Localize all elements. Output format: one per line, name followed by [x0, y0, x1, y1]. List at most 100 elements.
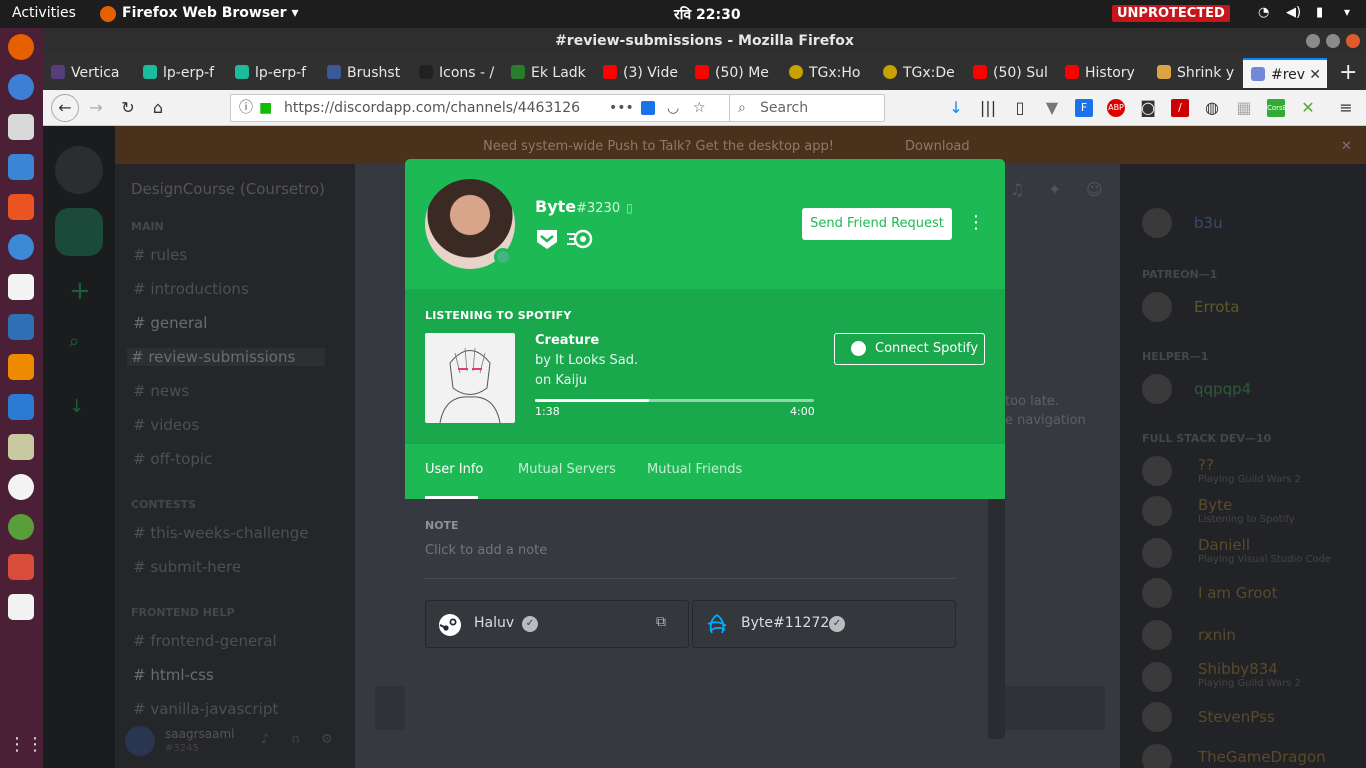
browser-tab[interactable]: lp-erp-f: [143, 58, 231, 88]
extension-icon[interactable]: [641, 101, 655, 115]
banner-close-icon[interactable]: ✕: [1341, 126, 1352, 168]
member-avatar[interactable]: [1142, 578, 1172, 608]
member-name[interactable]: Errota: [1194, 298, 1239, 316]
explore-icon[interactable]: ⌕: [69, 331, 79, 352]
maximize-icon[interactable]: [1326, 34, 1340, 48]
scrollbar[interactable]: [988, 499, 1005, 739]
vpn-extension-icon[interactable]: ▼: [1043, 99, 1061, 117]
channel-submit-here[interactable]: # submit-here: [133, 558, 241, 576]
forward-icon[interactable]: →: [87, 99, 105, 117]
category-main[interactable]: MAIN: [131, 220, 164, 233]
channel-review-submissions[interactable]: # review-submissions: [127, 348, 326, 366]
sidebar-icon[interactable]: ▯: [1011, 99, 1029, 117]
member-name[interactable]: rxnin: [1198, 626, 1236, 644]
add-server-icon[interactable]: +: [69, 276, 91, 306]
info-icon[interactable]: ⓘ: [239, 95, 253, 121]
tab-user-info[interactable]: User Info: [425, 462, 483, 477]
nitro-badge-icon[interactable]: [565, 227, 595, 251]
wifi-icon[interactable]: ◔: [1258, 5, 1269, 20]
volume-icon[interactable]: ◀): [1286, 5, 1301, 20]
pins-icon[interactable]: ✦: [1048, 180, 1061, 199]
browser-tab[interactable]: Ek Ladk: [511, 58, 599, 88]
browser-tab[interactable]: Brushst: [327, 58, 415, 88]
firefox-launcher-icon[interactable]: [8, 34, 34, 60]
member-name[interactable]: I am Groot: [1198, 584, 1277, 602]
thunderbird-launcher-icon[interactable]: [8, 74, 34, 100]
channel-introductions[interactable]: # introductions: [133, 280, 249, 298]
note-input[interactable]: Click to add a note: [425, 543, 547, 558]
settings-launcher-icon[interactable]: [8, 554, 34, 580]
tools-extension-icon[interactable]: ✕: [1299, 99, 1317, 117]
discord-home-icon[interactable]: [55, 146, 103, 194]
globe-extension-icon[interactable]: ◍: [1203, 99, 1221, 117]
url-text[interactable]: https://discordapp.com/channels/4463126: [284, 95, 580, 121]
member-avatar[interactable]: [1142, 702, 1172, 732]
browser-tab[interactable]: TGx:De: [883, 58, 971, 88]
song-album[interactable]: on Kaiju: [535, 373, 587, 388]
member-name[interactable]: b3u: [1194, 214, 1223, 232]
user-settings-icon[interactable]: ⚙: [321, 732, 333, 747]
member-avatar[interactable]: [1142, 456, 1172, 486]
connected-account-battlenet[interactable]: Byte#11272 ✓: [692, 600, 956, 648]
pen-extension-icon[interactable]: /: [1171, 99, 1189, 117]
clock[interactable]: रवि 22:30: [674, 5, 741, 24]
server-name[interactable]: DesignCourse (Coursetro): [131, 180, 325, 198]
app-menu[interactable]: Firefox Web Browser ▾: [122, 5, 298, 21]
system-menu-icon[interactable]: ▾: [1344, 5, 1350, 19]
song-artist[interactable]: by It Looks Sad.: [535, 353, 638, 368]
channel-this-weeks-challenge[interactable]: # this-weeks-challenge: [133, 524, 309, 542]
search-input[interactable]: ⌕ Search: [729, 94, 885, 122]
downloads-icon[interactable]: ↓: [947, 99, 965, 117]
channel-news[interactable]: # news: [133, 382, 189, 400]
fi-extension-icon[interactable]: F: [1075, 99, 1093, 117]
library-icon[interactable]: |||: [979, 99, 997, 117]
close-tab-icon[interactable]: ✕: [1309, 60, 1321, 88]
connect-spotify-button[interactable]: Connect Spotify: [834, 333, 985, 365]
browser-tab[interactable]: (50) Sul: [973, 58, 1061, 88]
vscode-launcher-icon[interactable]: [8, 394, 34, 420]
category-contests[interactable]: CONTESTS: [131, 498, 196, 511]
cors-extension-icon[interactable]: CorsE: [1267, 99, 1287, 117]
album-art[interactable]: [425, 333, 515, 424]
browser-tab[interactable]: (3) Vide: [603, 58, 691, 88]
member-name[interactable]: TheGameDragon: [1198, 748, 1326, 766]
help-launcher-icon[interactable]: [8, 234, 34, 260]
channel-videos[interactable]: # videos: [133, 416, 199, 434]
new-tab-icon[interactable]: +: [1339, 60, 1357, 85]
member-avatar[interactable]: [1142, 496, 1172, 526]
channel-frontend-general[interactable]: # frontend-general: [133, 632, 277, 650]
member-name[interactable]: Byte: [1198, 496, 1232, 514]
xtools-launcher-icon[interactable]: [8, 314, 34, 340]
channel-vanilla-javascript[interactable]: # vanilla-javascript: [133, 700, 278, 718]
song-title[interactable]: Creature: [535, 333, 599, 348]
lock-icon[interactable]: ■: [259, 95, 272, 121]
back-icon[interactable]: ←: [51, 94, 79, 122]
member-name[interactable]: StevenPss: [1198, 708, 1275, 726]
adblock-icon[interactable]: ABP: [1107, 99, 1125, 117]
show-apps-icon[interactable]: ⋮⋮: [8, 734, 44, 760]
member-avatar[interactable]: [1142, 620, 1172, 650]
pocket-icon[interactable]: ◡: [667, 95, 679, 121]
member-avatar[interactable]: [1142, 538, 1172, 568]
browser-tab[interactable]: TGx:Ho: [789, 58, 877, 88]
chart-app-launcher-icon[interactable]: [8, 594, 34, 620]
member-name[interactable]: Shibby834: [1198, 660, 1278, 678]
member-avatar[interactable]: [1142, 374, 1172, 404]
close-window-icon[interactable]: [1346, 34, 1360, 48]
tab-mutual-servers[interactable]: Mutual Servers: [518, 462, 616, 477]
member-name[interactable]: ??: [1198, 456, 1214, 474]
vlc-launcher-icon[interactable]: [8, 354, 34, 380]
browser-tab[interactable]: History: [1065, 58, 1153, 88]
copy-icon[interactable]: ▯: [626, 201, 633, 215]
bookmark-star-icon[interactable]: ☆: [693, 95, 706, 121]
channel-off-topic[interactable]: # off-topic: [133, 450, 212, 468]
browser-tab[interactable]: Vertica: [51, 58, 139, 88]
network-launcher-icon[interactable]: [8, 514, 34, 540]
member-avatar[interactable]: [1142, 208, 1172, 238]
member-name[interactable]: qqpqp4: [1194, 380, 1251, 398]
url-bar[interactable]: ⓘ ■ https://discordapp.com/channels/4463…: [230, 94, 762, 122]
member-avatar[interactable]: [1142, 744, 1172, 768]
files-launcher-icon[interactable]: [8, 114, 34, 140]
channel-html-css[interactable]: # html-css: [133, 666, 214, 684]
members-icon[interactable]: ☺: [1086, 180, 1103, 199]
